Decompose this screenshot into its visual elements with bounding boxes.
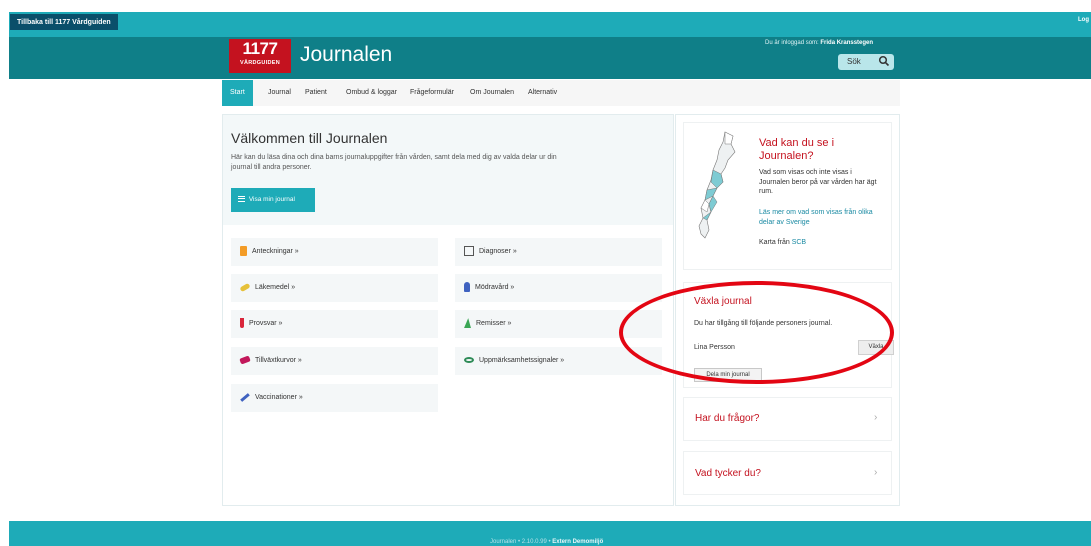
map-source: Karta från SCB	[759, 239, 806, 246]
tile-label: Anteckningar »	[252, 248, 299, 255]
scb-link[interactable]: SCB	[792, 239, 806, 246]
tile-label: Diagnoser »	[479, 248, 517, 255]
nav-start[interactable]: Start	[222, 80, 253, 106]
map-card-link[interactable]: Läs mer om vad som visas från olika dela…	[759, 208, 884, 227]
sweden-map-icon[interactable]	[695, 130, 747, 242]
logged-in-info: Du är inloggad som: Frida Kransstegen	[765, 40, 873, 46]
chevron-right-icon: ›	[874, 412, 878, 423]
show-journal-label: Visa min journal	[248, 196, 295, 203]
tile-lakemedel[interactable]: Läkemedel »	[231, 274, 438, 302]
nav-journal[interactable]: Journal	[268, 80, 291, 106]
accordion-feedback-label: Vad tycker du?	[695, 468, 761, 479]
nav-om-journalen[interactable]: Om Journalen	[470, 80, 514, 106]
maternity-icon	[464, 282, 470, 293]
logo-text: VÅRDGUIDEN	[240, 60, 280, 66]
show-journal-button[interactable]: Visa min journal	[231, 188, 315, 212]
tile-label: Läkemedel »	[255, 284, 296, 291]
search-icon[interactable]	[878, 54, 890, 68]
accordion-questions[interactable]: Har du frågor? ›	[683, 397, 892, 441]
tile-label: Uppmärksamhetssignaler »	[479, 357, 565, 364]
notes-icon	[240, 246, 247, 257]
logout-link[interactable]: Log	[1078, 17, 1089, 23]
welcome-title: Välkommen till Journalen	[231, 130, 388, 146]
nav-patient[interactable]: Patient	[305, 80, 327, 106]
nav-alternativ[interactable]: Alternativ	[528, 80, 557, 106]
map-card-title: Vad kan du se i Journalen?	[759, 137, 835, 162]
footer-text: Journalen • 2.10.0.99 • Extern Demomiljö	[490, 539, 603, 545]
test-tube-icon	[240, 318, 244, 329]
tile-vaccinationer[interactable]: Vaccinationer »	[231, 384, 438, 412]
tile-label: Vaccinationer »	[255, 394, 303, 401]
user-name: Frida Kransstegen	[820, 40, 874, 46]
header	[9, 37, 1091, 79]
tile-provsvar[interactable]: Provsvar »	[231, 310, 438, 338]
tile-tillvaxtkurvor[interactable]: Tillväxtkurvor »	[231, 347, 438, 375]
syringe-icon	[240, 392, 250, 402]
highlight-oval	[619, 281, 894, 384]
tile-label: Provsvar »	[249, 320, 283, 327]
welcome-text: Här kan du läsa dina och dina barns jour…	[231, 154, 557, 171]
nav-ombud-loggar[interactable]: Ombud & loggar	[346, 80, 397, 106]
referral-icon	[464, 318, 471, 329]
back-to-1177-button[interactable]: Tillbaka till 1177 Vårdguiden	[10, 14, 118, 30]
tile-label: Remisser »	[476, 320, 512, 327]
top-bar	[9, 12, 1091, 37]
accordion-feedback[interactable]: Vad tycker du? ›	[683, 451, 892, 495]
logo-number: 1177	[242, 39, 278, 58]
search-label[interactable]: Sök	[847, 57, 861, 66]
tile-label: Mödravård »	[475, 284, 515, 291]
map-card-text: Vad som visas och inte visas i Journalen…	[759, 169, 877, 195]
footer-version: Journalen • 2.10.0.99 •	[490, 539, 551, 545]
footer-environment: Extern Demomiljö	[552, 539, 604, 545]
tile-label: Tillväxtkurvor »	[255, 357, 302, 364]
tile-diagnoser[interactable]: Diagnoser »	[455, 238, 662, 266]
chevron-right-icon: ›	[874, 467, 878, 478]
growth-icon	[239, 355, 251, 365]
pill-icon	[239, 282, 251, 292]
tile-anteckningar[interactable]: Anteckningar »	[231, 238, 438, 266]
list-icon	[238, 196, 245, 203]
logo[interactable]: 1177 VÅRDGUIDEN	[229, 39, 291, 73]
nav-frageformular[interactable]: Frågeformulär	[410, 80, 454, 106]
logged-in-prefix: Du är inloggad som:	[765, 40, 819, 46]
eye-icon	[464, 357, 474, 364]
accordion-questions-label: Har du frågor?	[695, 413, 760, 424]
checklist-icon	[464, 246, 474, 257]
map-source-prefix: Karta från	[759, 239, 790, 246]
app-title: Journalen	[300, 43, 393, 66]
tile-modravard[interactable]: Mödravård »	[455, 274, 662, 302]
